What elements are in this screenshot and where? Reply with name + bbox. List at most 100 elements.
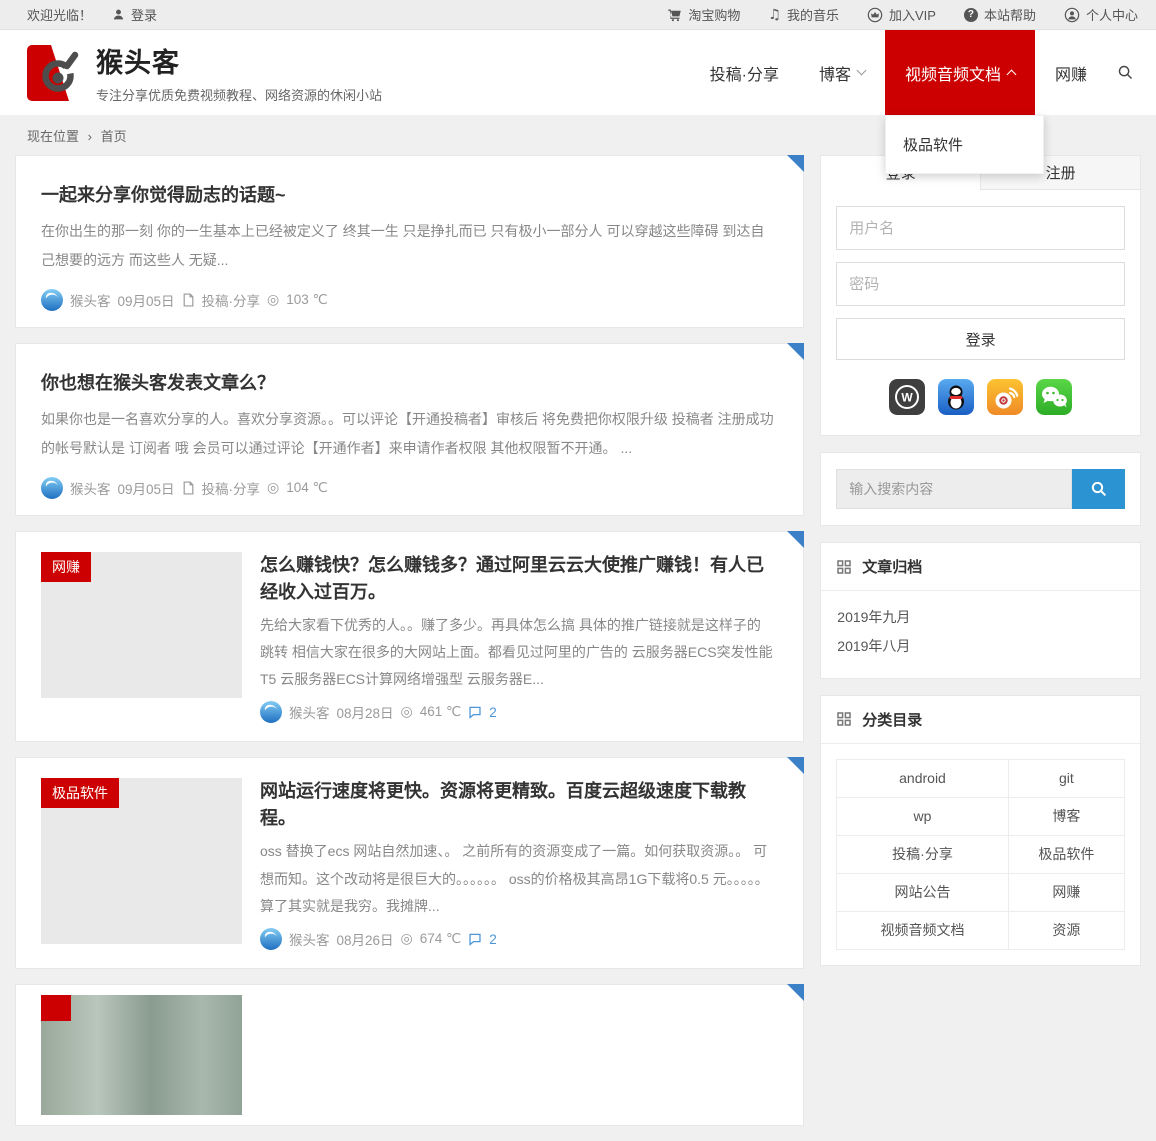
archive-widget: 文章归档 2019年九月 2019年八月 <box>820 542 1141 679</box>
article-author[interactable]: 猴头客 <box>70 290 111 310</box>
category-link-blog[interactable]: 博客 <box>1008 797 1124 835</box>
topbar-link-music[interactable]: ♫ 我的音乐 <box>768 5 839 24</box>
corner-ribbon-icon <box>787 757 804 774</box>
article-thumbnail[interactable] <box>41 995 242 1115</box>
main-content: 一起来分享你觉得励志的话题~ 在你出生的那一刻 你的一生基本上已经被定义了 终其… <box>0 155 1156 1141</box>
qq-icon[interactable] <box>938 379 974 415</box>
article-title[interactable]: 你也想在猴头客发表文章么？ <box>41 370 778 397</box>
site-tagline: 专注分享优质免费视频教程、网络资源的休闲小站 <box>96 85 382 104</box>
categories-widget: 分类目录 android git wp 博客 <box>820 695 1141 966</box>
card-body <box>16 985 803 1125</box>
topbar-login-label: 登录 <box>131 5 157 24</box>
category-link-submit-share[interactable]: 投稿·分享 <box>837 835 1008 873</box>
login-form: 登录 W <box>821 190 1140 435</box>
category-link-git[interactable]: git <box>1008 759 1124 797</box>
category-file-icon <box>182 293 195 307</box>
corner-ribbon-icon <box>787 531 804 548</box>
svg-text:W: W <box>901 391 913 405</box>
article-meta: 猴头客 08月26日 ◎ 674 ℃ 2 <box>260 920 778 950</box>
archive-list: 2019年九月 2019年八月 <box>821 591 1140 678</box>
chevron-down-icon <box>857 66 867 76</box>
archive-link-aug2019[interactable]: 2019年八月 <box>837 632 1124 661</box>
archive-title: 文章归档 <box>862 556 922 577</box>
nav-item-media-docs[interactable]: 视频音频文档 极品软件 <box>885 30 1035 115</box>
search-input[interactable] <box>836 469 1072 509</box>
article-meta: 猴头客 08月28日 ◎ 461 ℃ 2 <box>260 693 778 723</box>
weibo-icon[interactable] <box>987 379 1023 415</box>
article-title[interactable]: 一起来分享你觉得励志的话题~ <box>41 182 778 209</box>
wechat-icon[interactable] <box>1036 379 1072 415</box>
comment-count[interactable]: 2 <box>489 705 497 720</box>
article-excerpt: oss 替换了ecs 网站自然加速、。 之前所有的资源变成了一篇。如何获取资源。… <box>260 838 778 920</box>
article-title[interactable]: 网站运行速度将更快。资源将更精致。百度云超级速度下载教程。 <box>260 778 778 832</box>
nav-item-submit-share[interactable]: 投稿·分享 <box>690 30 799 115</box>
nav-search-button[interactable] <box>1107 30 1156 115</box>
search-icon <box>1117 64 1134 81</box>
article-thumbnail[interactable]: 极品软件 <box>41 778 242 944</box>
topbar-link-help[interactable]: ? 本站帮助 <box>964 5 1036 24</box>
nav-item-blog[interactable]: 博客 <box>799 30 885 115</box>
article-author[interactable]: 猴头客 <box>70 478 111 498</box>
site-logo-icon <box>27 45 83 101</box>
breadcrumb-current[interactable]: 首页 <box>101 129 127 144</box>
article-date: 08月28日 <box>337 702 394 722</box>
card-body: 网赚 怎么赚钱快？怎么赚钱多？通过阿里云云大使推广赚钱！有人已经收入过百万。 先… <box>16 532 803 742</box>
article-author[interactable]: 猴头客 <box>289 929 330 949</box>
topbar-link-vip[interactable]: 加入VIP <box>867 5 936 24</box>
article-card: 你也想在猴头客发表文章么？ 如果你也是一名喜欢分享的人。喜欢分享资源。。可以评论… <box>15 343 804 516</box>
topbar-right: 淘宝购物 ♫ 我的音乐 加入VIP ? 本站帮助 个人中心 <box>667 5 1138 24</box>
views-count: 104 ℃ <box>286 480 327 496</box>
article-category[interactable]: 投稿·分享 <box>202 478 261 498</box>
category-link-wangzhuan[interactable]: 网赚 <box>1008 873 1124 911</box>
article-meta: 猴头客 09月05日 投稿·分享 ◎ 103 ℃ <box>41 289 778 311</box>
category-link-announcements[interactable]: 网站公告 <box>837 873 1008 911</box>
category-link-software[interactable]: 极品软件 <box>1008 835 1124 873</box>
category-link-resources[interactable]: 资源 <box>1008 911 1124 949</box>
category-link-media-docs[interactable]: 视频音频文档 <box>837 911 1008 949</box>
views-icon: ◎ <box>401 704 413 720</box>
article-title[interactable]: 怎么赚钱快？怎么赚钱多？通过阿里云云大使推广赚钱！有人已经收入过百万。 <box>260 552 778 606</box>
user-center-icon <box>1064 7 1080 23</box>
topbar-link-label: 淘宝购物 <box>688 5 740 24</box>
categories-grid: android git wp 博客 投稿·分享 极品软件 <box>821 744 1140 965</box>
site-header: 猴头客 专注分享优质免费视频教程、网络资源的休闲小站 投稿·分享 博客 视频音频… <box>0 30 1156 115</box>
category-link-android[interactable]: android <box>837 759 1008 797</box>
nav-item-wangzhuan[interactable]: 网赚 <box>1035 30 1107 115</box>
cart-icon <box>667 7 682 22</box>
article-thumbnail[interactable]: 网赚 <box>41 552 242 698</box>
archive-link-sep2019[interactable]: 2019年九月 <box>837 603 1124 632</box>
site-title[interactable]: 猴头客 <box>96 41 382 80</box>
corner-ribbon-icon <box>787 984 804 1001</box>
username-field[interactable] <box>836 206 1125 250</box>
category-badge[interactable]: 极品软件 <box>41 778 119 808</box>
article-author[interactable]: 猴头客 <box>289 702 330 722</box>
article-category[interactable]: 投稿·分享 <box>202 290 261 310</box>
comment-icon <box>468 932 482 946</box>
wordpress-icon[interactable]: W <box>889 379 925 415</box>
card-content: 网站运行速度将更快。资源将更精致。百度云超级速度下载教程。 oss 替换了ecs… <box>260 778 778 950</box>
nav-label: 网赚 <box>1055 61 1087 85</box>
category-badge[interactable]: 网赚 <box>41 552 91 582</box>
login-submit-button[interactable]: 登录 <box>836 318 1125 360</box>
card-content <box>260 995 778 1115</box>
password-field[interactable] <box>836 262 1125 306</box>
topbar: 欢迎光临！ 登录 淘宝购物 ♫ 我的音乐 <box>0 0 1156 30</box>
views-count: 461 ℃ <box>420 704 461 720</box>
nav-label: 博客 <box>819 61 851 85</box>
topbar-login-link[interactable]: 登录 <box>112 5 157 24</box>
topbar-link-taobao[interactable]: 淘宝购物 <box>667 5 740 24</box>
search-button[interactable] <box>1072 469 1125 509</box>
dropdown-item-software[interactable]: 极品软件 <box>886 121 1043 168</box>
category-badge[interactable] <box>41 995 71 1021</box>
social-login-row: W <box>836 379 1125 415</box>
topbar-link-account[interactable]: 个人中心 <box>1064 5 1138 24</box>
card-body: 你也想在猴头客发表文章么？ 如果你也是一名喜欢分享的人。喜欢分享资源。。可以评论… <box>16 344 803 515</box>
category-link-wp[interactable]: wp <box>837 797 1008 835</box>
article-excerpt: 如果你也是一名喜欢分享的人。喜欢分享资源。。可以评论【开通投稿者】审核后 将免费… <box>41 405 778 464</box>
grid-icon <box>837 560 851 574</box>
comment-count[interactable]: 2 <box>489 932 497 947</box>
card-body: 一起来分享你觉得励志的话题~ 在你出生的那一刻 你的一生基本上已经被定义了 终其… <box>16 156 803 327</box>
brand[interactable]: 猴头客 专注分享优质免费视频教程、网络资源的休闲小站 <box>27 41 382 104</box>
corner-ribbon-icon <box>787 343 804 360</box>
article-date: 08月26日 <box>337 929 394 949</box>
